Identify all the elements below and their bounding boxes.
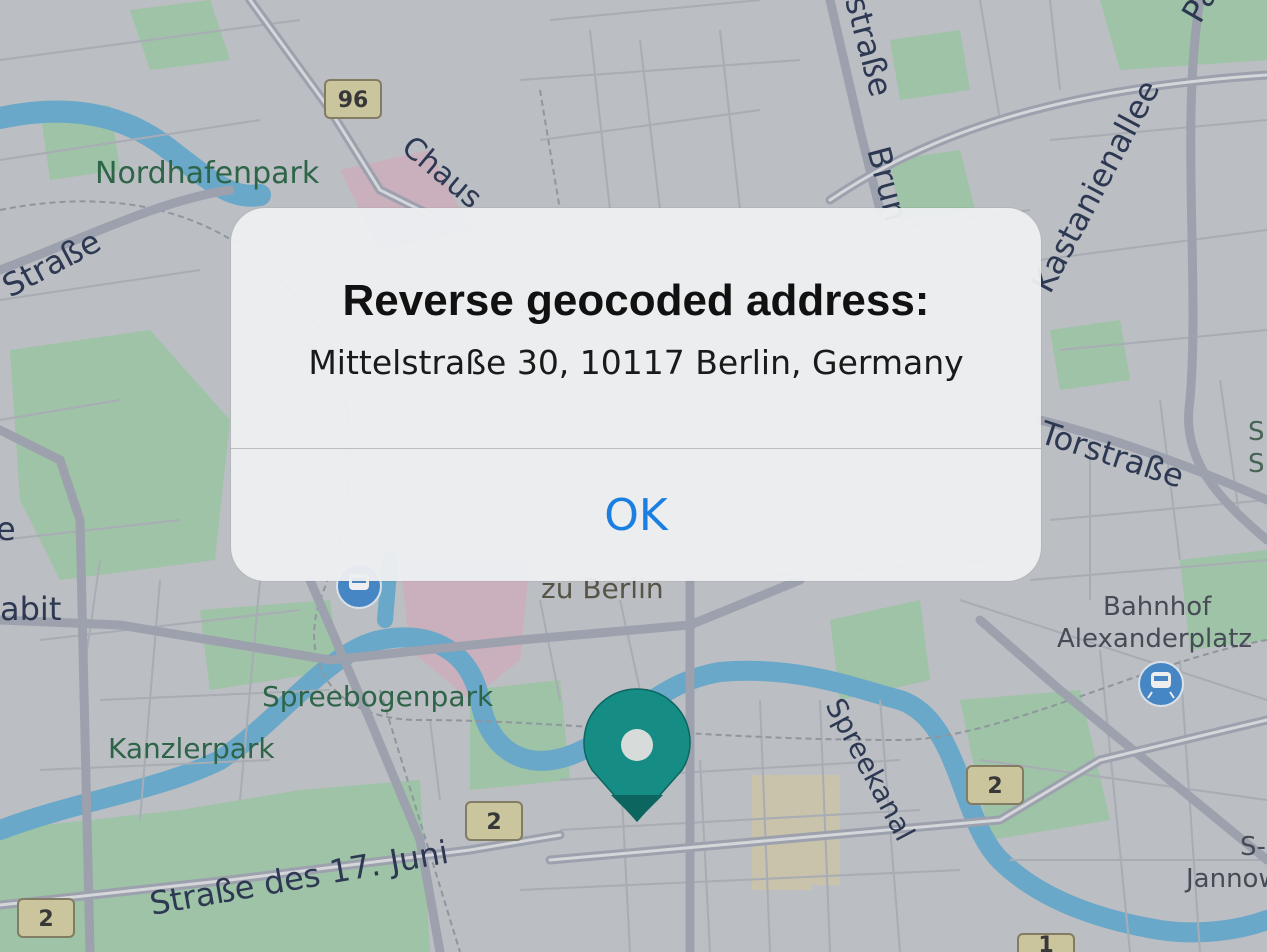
alert-dialog: Reverse geocoded address: Mittelstraße 3… <box>231 208 1041 581</box>
ok-button[interactable]: OK <box>231 449 1041 581</box>
dialog-message: Mittelstraße 30, 10117 Berlin, Germany <box>308 343 964 382</box>
dialog-title: Reverse geocoded address: <box>342 276 930 325</box>
